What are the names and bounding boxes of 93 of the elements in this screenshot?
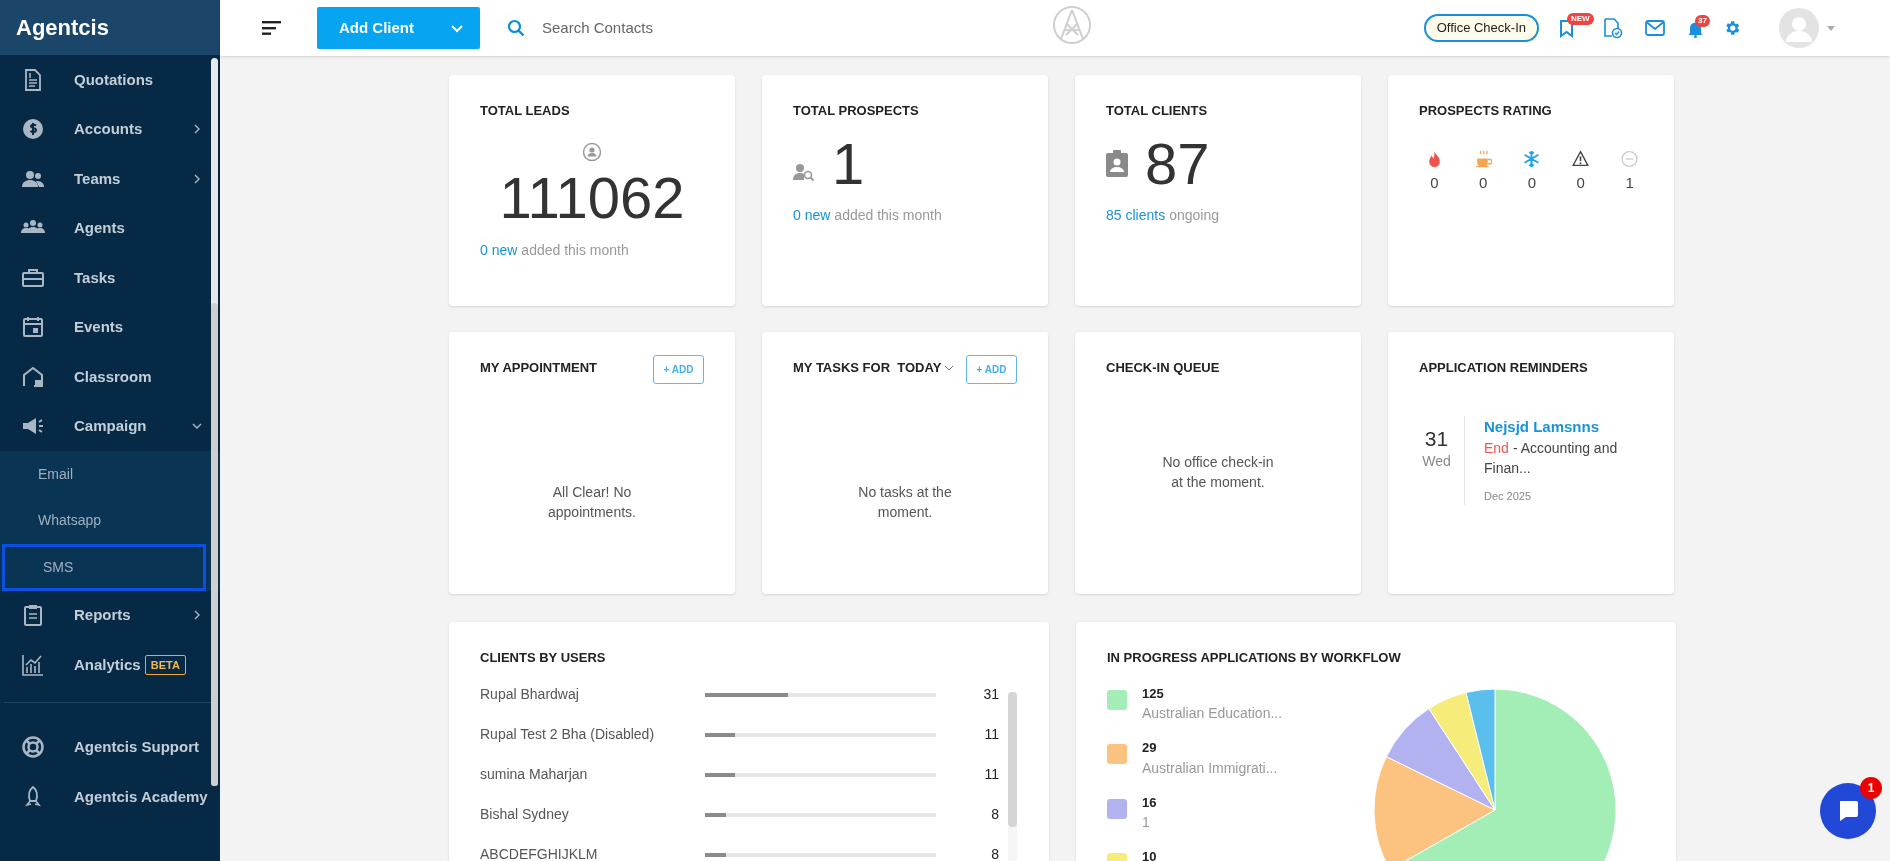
brand-logo[interactable]: Agentcis [0, 0, 220, 55]
nav-item[interactable]: Agentcis Academy [0, 772, 208, 822]
id-badge-icon [1106, 150, 1128, 177]
client-count: 11 [984, 765, 999, 784]
new-badge: NEW [1567, 13, 1594, 25]
search-icon[interactable] [507, 19, 525, 37]
nav-item[interactable]: Tasks [0, 253, 208, 303]
reminder-month: Dec 2025 [1484, 489, 1533, 504]
stat-note: added this month [521, 241, 629, 258]
office-check-in-button[interactable]: Office Check-In [1423, 14, 1539, 42]
stat-link[interactable]: 85 clients [1106, 206, 1166, 223]
card-title: MY APPOINTMENT [480, 359, 597, 377]
user-name: ABCDEFGHIJKLM [480, 845, 599, 861]
chevron-right-icon [192, 173, 202, 184]
submenu-item[interactable]: SMS [2, 544, 206, 591]
search-field[interactable]: Search Contacts [542, 16, 842, 40]
nav-item[interactable]: Classroom [0, 352, 208, 402]
nav-item[interactable]: Agents [0, 203, 208, 253]
stat-note: ongoing [1169, 206, 1219, 223]
nav-item[interactable]: Teams [0, 154, 208, 204]
legend-count: 10 [1142, 848, 1157, 861]
dollar-icon [21, 117, 45, 142]
reminder-weekday: Wed [1422, 451, 1451, 471]
document-check-icon[interactable] [1601, 17, 1623, 39]
clipboard-icon [21, 603, 45, 628]
rating-count: 0 [1527, 172, 1537, 193]
user-name: Rupal Test 2 Bha (Disabled) [480, 725, 656, 744]
caret-icon [450, 23, 464, 33]
card-title: PROSPECTS RATING [1419, 102, 1553, 120]
empty-message: No office check-in at the moment. [1161, 452, 1275, 492]
lifebuoy-icon [21, 735, 45, 760]
user-name: sumina Maharjan [480, 765, 589, 784]
calendar-icon [21, 315, 45, 340]
house-icon [21, 364, 45, 389]
rating-count: 1 [1625, 172, 1634, 193]
card-title: TOTAL LEADS [480, 102, 571, 120]
client-count: 8 [991, 805, 999, 824]
scrollbar[interactable] [1008, 692, 1017, 861]
nav-item[interactable]: Agentcis Support [0, 722, 208, 772]
caret-icon[interactable] [944, 364, 955, 371]
card-title: CLIENTS BY USERS [480, 649, 607, 667]
chat-badge: 1 [1860, 777, 1882, 799]
stat-value: 1 [832, 132, 865, 195]
beta-badge: BETA [144, 654, 186, 675]
logo-icon [1052, 5, 1092, 45]
nav-item[interactable]: Analytics BETA [0, 640, 208, 690]
legend-count: 125 [1142, 684, 1165, 703]
card-title[interactable]: MY TASKS FOR TODAY [793, 358, 942, 378]
legend-label: Australian Education... [1142, 704, 1283, 723]
reminder-day: 31 [1424, 426, 1449, 451]
reminder-detail: End - Accounting and Finan... [1484, 439, 1619, 478]
nav-item[interactable]: Events [0, 302, 208, 352]
stat-note: added this month [834, 206, 942, 223]
card-title: IN PROGRESS APPLICATIONS BY WORKFLOW [1107, 649, 1402, 667]
card-title: APPLICATION REMINDERS [1419, 359, 1589, 377]
mail-icon[interactable] [1645, 20, 1665, 36]
user-name: Rupal Bhardwaj [480, 685, 580, 704]
bookmark-icon[interactable] [1559, 19, 1574, 38]
nav-item[interactable]: Reports [0, 590, 208, 640]
card-title: TOTAL PROSPECTS [793, 102, 920, 120]
submenu-item[interactable]: Email [0, 451, 208, 498]
card-title: TOTAL CLIENTS [1106, 102, 1209, 120]
chat-button[interactable] [1820, 783, 1876, 839]
client-count: 31 [983, 685, 999, 704]
chevron-right-icon [192, 610, 202, 621]
submenu-item[interactable]: Whatsapp [0, 497, 208, 544]
menu-icon[interactable] [262, 21, 281, 35]
empty-message: No tasks at the moment. [857, 483, 953, 522]
sidebar-scrollbar[interactable] [211, 58, 218, 786]
user-circle-icon [582, 141, 602, 162]
rating-count: 0 [1430, 172, 1439, 193]
stat-value: 87 [1145, 132, 1210, 195]
client-count: 8 [991, 845, 999, 861]
client-count: 11 [984, 725, 999, 744]
nav-item[interactable]: Accounts [0, 104, 208, 154]
card-title: CHECK-IN QUEUE [1106, 359, 1221, 377]
stat-link[interactable]: 0 new [480, 241, 518, 258]
notification-count: 37 [1695, 15, 1710, 27]
user-name: Bishal Sydney [480, 805, 570, 824]
stat-value: 111062 [498, 165, 686, 230]
bar-chart-icon [21, 652, 45, 677]
user-search-icon [793, 161, 815, 182]
legend-label: 1 [1142, 813, 1151, 832]
rating-count: 0 [1576, 172, 1585, 193]
chevron-right-icon [192, 124, 202, 135]
rating-count: 0 [1479, 172, 1488, 193]
stat-link[interactable]: 0 new [793, 206, 831, 223]
empty-message: All Clear! No appointments. [547, 483, 637, 522]
legend-label: Australian Immigrati... [1142, 758, 1278, 778]
legend-count: 29 [1142, 739, 1158, 757]
legend-count: 16 [1142, 793, 1157, 812]
nav-item[interactable]: Quotations [0, 55, 208, 105]
caret-icon[interactable] [1827, 25, 1835, 31]
